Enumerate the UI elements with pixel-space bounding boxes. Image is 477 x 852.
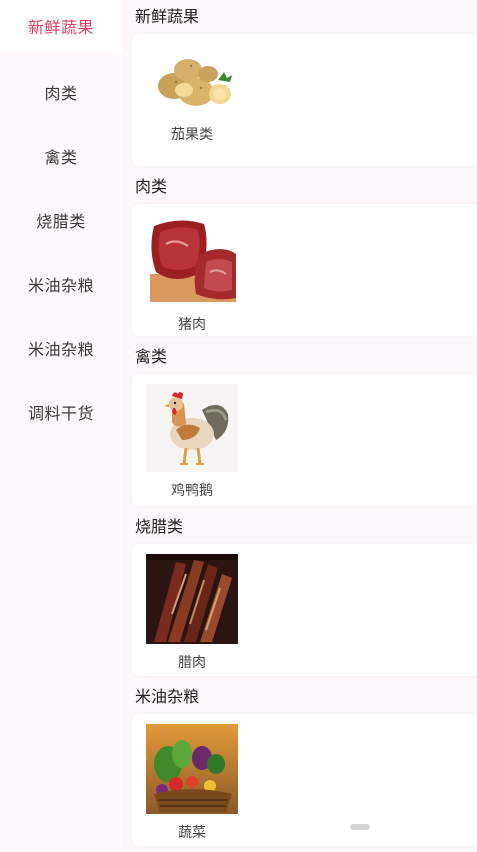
sidebar-item-label: 烧腊类	[36, 212, 86, 231]
scroll-indicator[interactable]	[350, 824, 370, 830]
sidebar-item-label: 新鲜蔬果	[27, 18, 94, 37]
product-name: 蔬菜	[178, 825, 206, 841]
section-card: 腊肉	[132, 544, 477, 676]
product-item[interactable]: 腊肉	[146, 554, 238, 672]
product-name: 猪肉	[178, 317, 206, 333]
product-name: 鸡鸭鹅	[171, 483, 213, 499]
product-item[interactable]: 茄果类	[146, 44, 238, 144]
sidebar-item-dry-goods[interactable]: 调料干货	[0, 380, 122, 444]
section-title: 新鲜蔬果	[135, 7, 200, 26]
category-sidebar: 新鲜蔬果 肉类 禽类 烧腊类 米油杂粮 米油杂粮 调料干货	[0, 0, 122, 852]
section-title: 米油杂粮	[135, 687, 200, 706]
product-name: 腊肉	[178, 655, 206, 671]
product-item[interactable]: 鸡鸭鹅	[146, 384, 238, 500]
rooster-image	[146, 384, 238, 472]
sidebar-item-label: 米油杂粮	[27, 276, 94, 295]
sidebar-item-fresh-produce[interactable]: 新鲜蔬果	[0, 0, 122, 52]
section-title: 烧腊类	[135, 517, 184, 536]
product-name: 茄果类	[171, 127, 213, 143]
section-card: 茄果类	[132, 34, 477, 166]
vegetable-basket-image	[146, 724, 238, 814]
product-item[interactable]: 蔬菜	[146, 724, 238, 842]
pork-image	[146, 214, 238, 306]
cured-meat-image	[146, 554, 238, 644]
sidebar-item-label: 禽类	[44, 148, 78, 167]
sidebar-item-meat[interactable]: 肉类	[0, 60, 122, 124]
section-card: 蔬菜	[132, 714, 477, 846]
sidebar-item-label: 米油杂粮	[27, 340, 94, 359]
product-item[interactable]: 猪肉	[146, 214, 238, 334]
potato-image	[146, 44, 238, 116]
sidebar-item-roast-meat[interactable]: 烧腊类	[0, 188, 122, 252]
section-title: 肉类	[135, 177, 168, 196]
sidebar-item-poultry[interactable]: 禽类	[0, 124, 122, 188]
sidebar-item-grain-oil-1[interactable]: 米油杂粮	[0, 252, 122, 316]
section-card: 鸡鸭鹅	[132, 374, 477, 506]
section-card: 猪肉	[132, 204, 477, 336]
sidebar-item-label: 调料干货	[27, 404, 94, 423]
product-content: 新鲜蔬果 茄果类 肉类 猪肉 禽类 鸡鸭鹅 烧腊类 腊肉 米油杂粮 蔬菜	[122, 0, 477, 852]
sidebar-item-grain-oil-2[interactable]: 米油杂粮	[0, 316, 122, 380]
section-title: 禽类	[135, 347, 168, 366]
sidebar-item-label: 肉类	[44, 84, 78, 103]
